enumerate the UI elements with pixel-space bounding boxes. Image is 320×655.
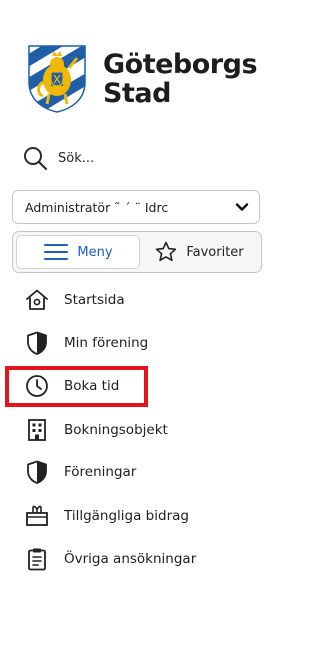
chevron-down-icon (235, 203, 249, 211)
brand-logo[interactable]: Göteborgs Stad (25, 40, 265, 116)
organization-select[interactable]: Administratör ˜ ´ ¨ Idrc (12, 190, 260, 224)
nav-item-label: Startsida (64, 292, 125, 308)
nav-item-label: Min förening (64, 335, 149, 351)
nav-item-ovriga-ansokningar[interactable]: Övriga ansökningar (22, 544, 196, 574)
nav-item-label: Tillgängliga bidrag (64, 508, 189, 524)
hamburger-icon (44, 244, 69, 260)
brand-name-line2: Stad (103, 78, 171, 109)
nav-item-startsida[interactable]: Startsida (22, 285, 125, 315)
tab-favorites-label: Favoriter (186, 244, 244, 260)
nav-item-label: Boka tid (64, 378, 120, 394)
shield-icon (27, 460, 47, 484)
nav-item-boka-tid[interactable]: Boka tid (22, 371, 119, 401)
shield-icon (27, 331, 47, 355)
nav-item-bokningsobjekt[interactable]: Bokningsobjekt (22, 415, 168, 445)
organization-select-value: Administratör ˜ ´ ¨ Idrc (25, 199, 169, 215)
brand-name-line1: Göteborgs (103, 49, 258, 80)
nav-item-min-forening[interactable]: Min förening (22, 328, 148, 358)
tab-menu-label: Meny (77, 244, 113, 260)
search-field[interactable]: Sök... (22, 143, 222, 173)
star-icon (156, 241, 177, 262)
clipboard-icon (28, 548, 46, 571)
search-icon[interactable] (22, 145, 48, 171)
clock-icon (26, 375, 48, 397)
search-placeholder[interactable]: Sök... (58, 151, 94, 166)
nav-item-label: Föreningar (64, 464, 137, 480)
nav-item-label: Övriga ansökningar (64, 551, 197, 567)
tab-menu[interactable]: Meny (16, 235, 140, 269)
brand-name: Göteborgs Stad (103, 49, 258, 109)
gift-icon (26, 505, 48, 526)
nav-item-label: Bokningsobjekt (64, 422, 168, 438)
crest-icon (28, 45, 86, 113)
nav-item-foreningar[interactable]: Föreningar (22, 457, 136, 487)
nav-item-tillgangliga-bidrag[interactable]: Tillgängliga bidrag (22, 501, 189, 531)
home-icon (26, 289, 48, 310)
menu-tabs: Meny Favoriter (12, 231, 262, 273)
building-icon (28, 419, 46, 441)
tab-favorites[interactable]: Favoriter (140, 235, 258, 269)
